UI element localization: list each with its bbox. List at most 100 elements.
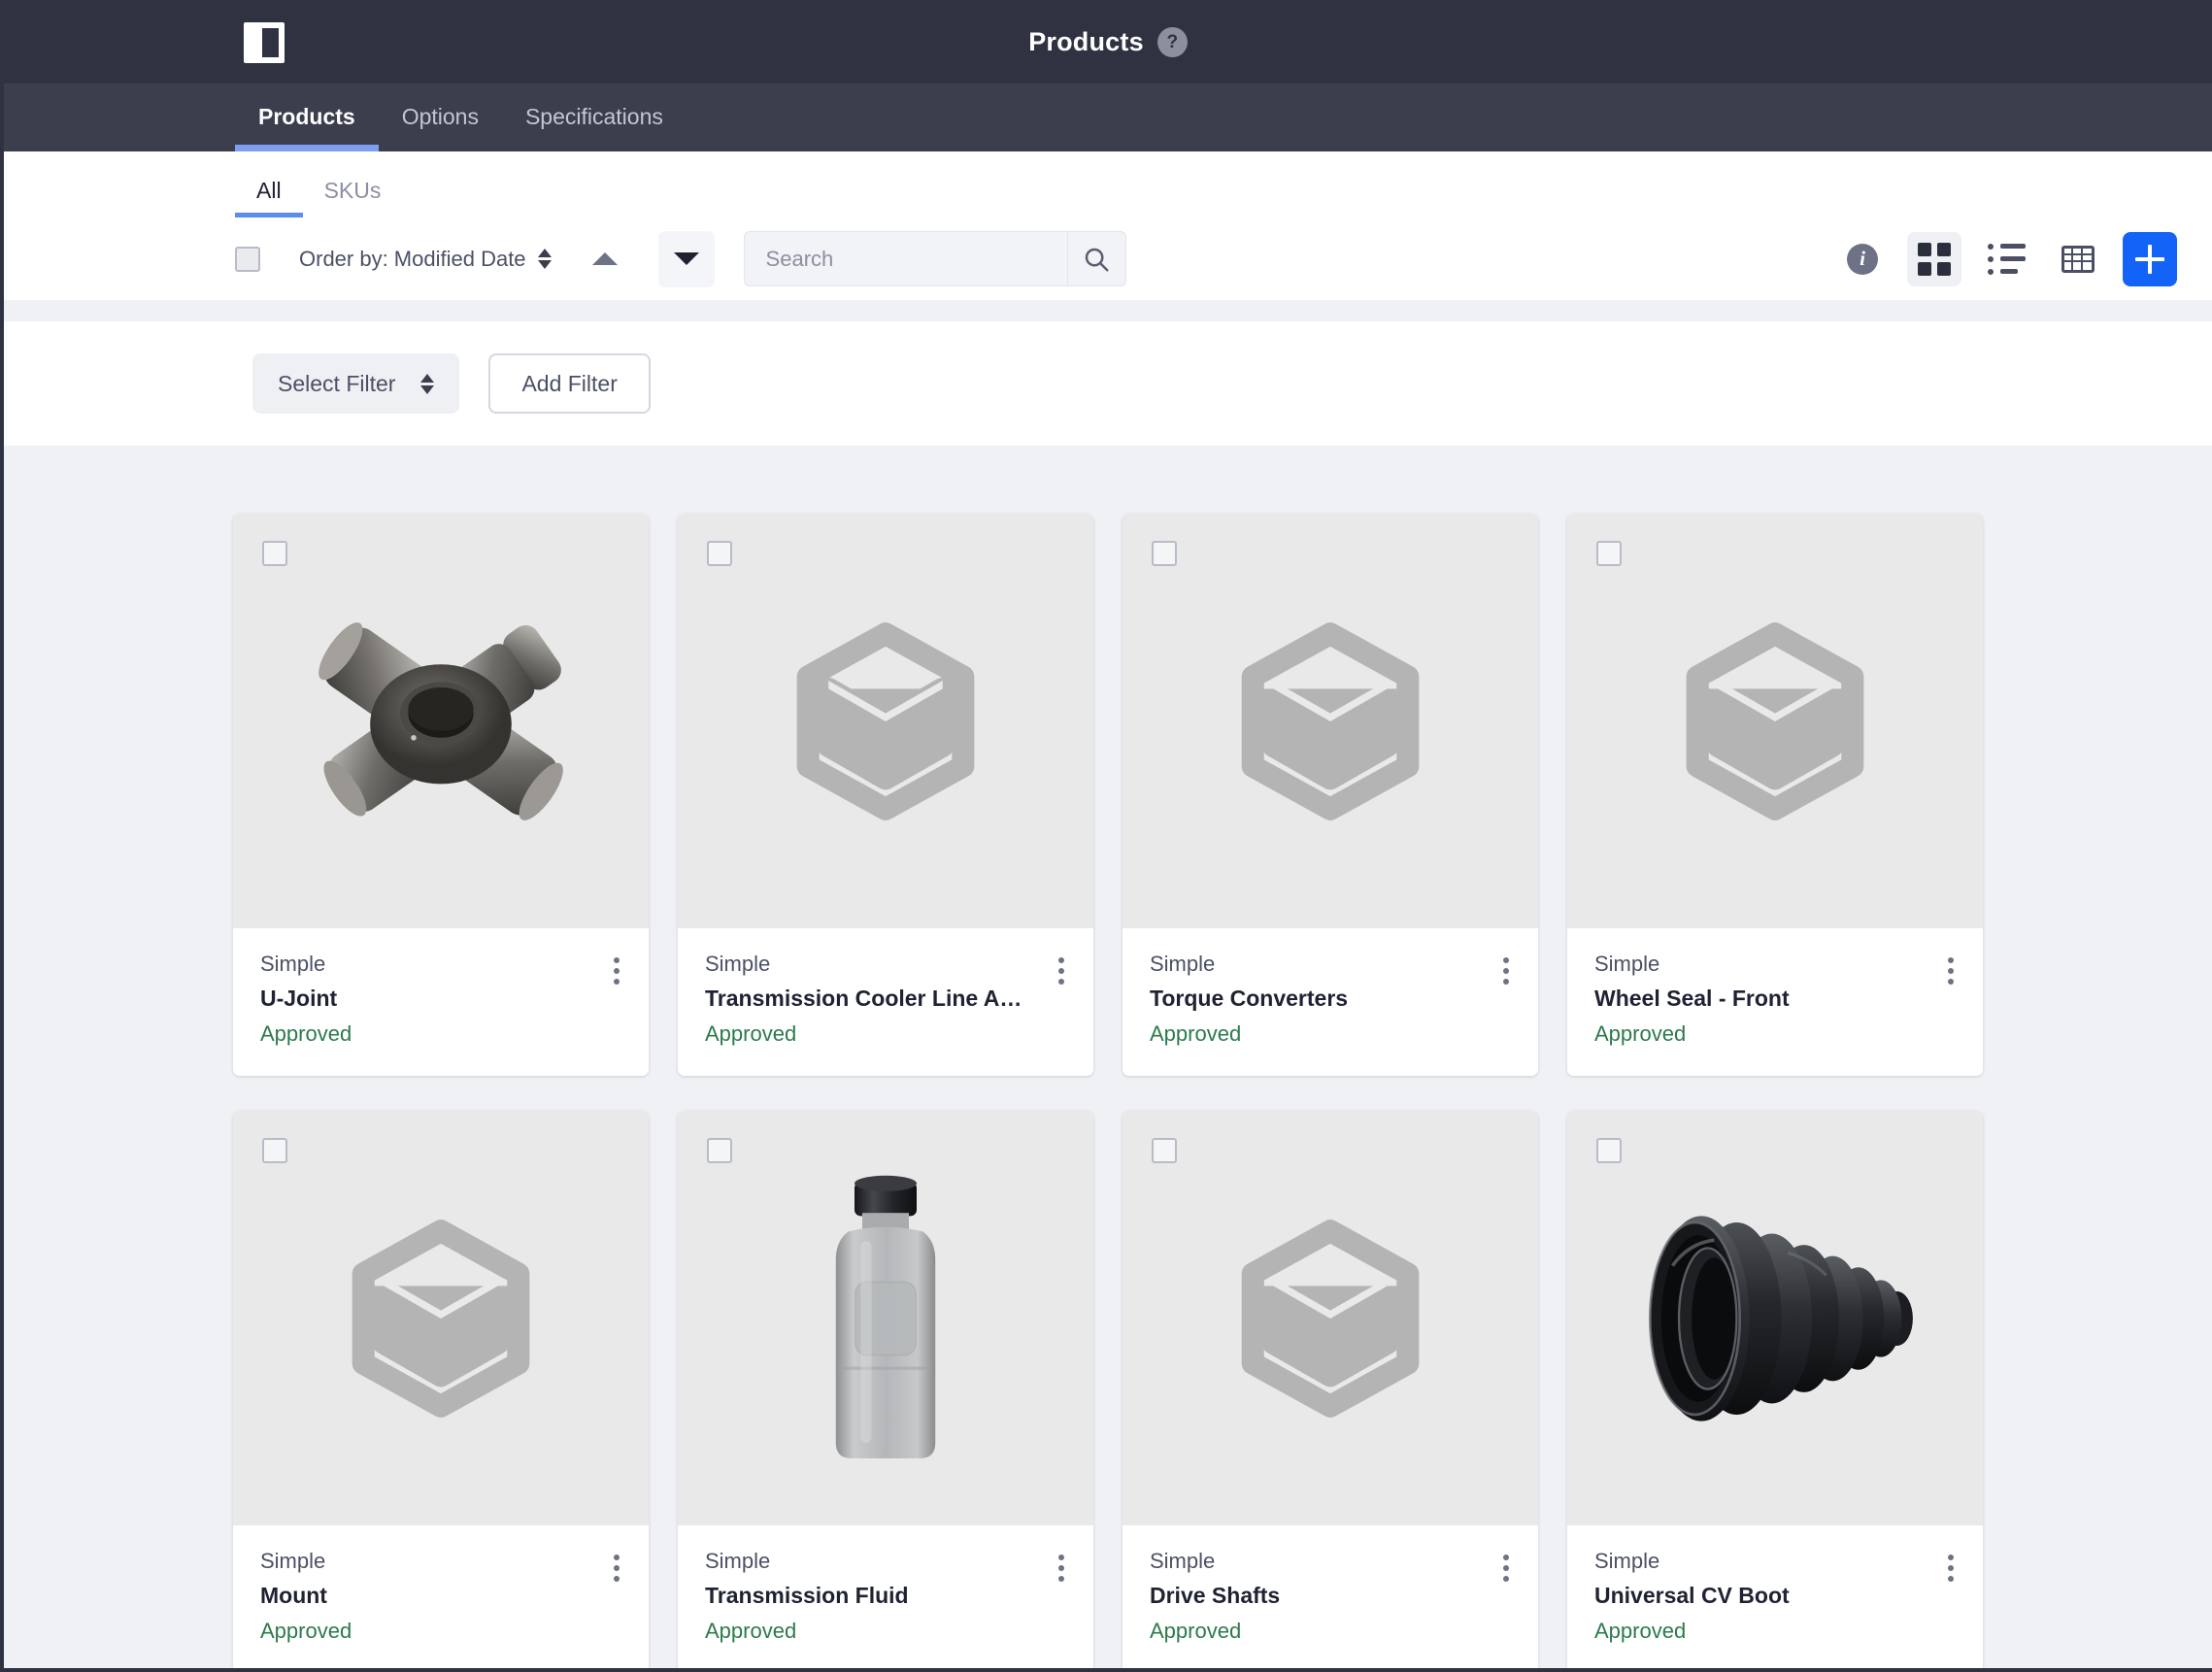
product-more-options-icon[interactable]	[1055, 953, 1068, 988]
product-card[interactable]: Simple Transmission Fluid Approved	[678, 1111, 1093, 1668]
product-image-area	[1123, 1111, 1538, 1525]
product-type: Simple	[1150, 952, 1216, 976]
cv-boot-image	[1648, 1215, 1913, 1421]
product-type: Simple	[705, 952, 771, 976]
product-select-checkbox[interactable]	[262, 541, 287, 566]
product-select-checkbox[interactable]	[262, 1138, 287, 1163]
product-status: Approved	[1594, 1619, 1687, 1643]
product-card[interactable]: Simple Wheel Seal - Front Approved	[1567, 514, 1983, 1076]
product-more-options-icon[interactable]	[610, 953, 623, 988]
product-more-options-icon[interactable]	[610, 1551, 623, 1586]
nav-tab-options[interactable]: Options	[379, 104, 502, 151]
product-name: Drive Shafts	[1150, 1583, 1281, 1608]
product-card[interactable]: Simple Mount Approved	[233, 1111, 649, 1668]
product-card-body: Simple Universal CV Boot Approved	[1567, 1525, 1983, 1668]
product-name: Mount	[260, 1583, 327, 1608]
tab-skus[interactable]: SKUs	[303, 178, 403, 217]
table-view-button[interactable]	[2051, 232, 2105, 286]
toolbar: Order by: Modified Date i	[4, 217, 2212, 300]
product-more-options-icon[interactable]	[1944, 1551, 1958, 1586]
product-image-area	[233, 514, 649, 928]
main-navigation: Products Options Specifications	[4, 84, 2212, 151]
product-type: Simple	[705, 1549, 771, 1573]
nav-tab-specifications[interactable]: Specifications	[502, 104, 687, 151]
add-filter-button[interactable]: Add Filter	[488, 353, 651, 414]
product-select-checkbox[interactable]	[1152, 1138, 1177, 1163]
sort-descending-button[interactable]	[657, 230, 715, 287]
search-input[interactable]	[744, 232, 1067, 285]
product-image-area	[1123, 514, 1538, 928]
toolbar-divider	[4, 300, 2212, 321]
help-icon[interactable]: ?	[1156, 26, 1188, 57]
product-type: Simple	[1594, 952, 1660, 976]
list-view-button[interactable]	[1979, 232, 2033, 286]
triangle-down-icon	[673, 252, 699, 265]
top-bar: Products ?	[4, 0, 2212, 84]
filter-bar: Select Filter Add Filter	[4, 321, 2212, 446]
placeholder-cube-icon	[796, 621, 975, 820]
select-filter-dropdown[interactable]: Select Filter	[252, 353, 460, 414]
sort-ascending-button[interactable]	[577, 231, 633, 287]
product-name: Universal CV Boot	[1594, 1583, 1790, 1608]
product-select-checkbox[interactable]	[1596, 1138, 1622, 1163]
select-filter-label: Select Filter	[278, 370, 396, 396]
product-card-body: Simple Drive Shafts Approved	[1123, 1525, 1538, 1668]
product-select-checkbox[interactable]	[1152, 541, 1177, 566]
product-more-options-icon[interactable]	[1944, 953, 1958, 988]
product-select-checkbox[interactable]	[1596, 541, 1622, 566]
top-bar-title-group: Products ?	[4, 0, 2212, 84]
search-button[interactable]	[1066, 232, 1125, 285]
product-card-body: Simple Torque Converters Approved	[1123, 928, 1538, 1076]
search-icon	[1085, 248, 1109, 271]
product-card-body: Simple Transmission Fluid Approved	[678, 1525, 1093, 1668]
product-card[interactable]: Simple U-Joint Approved	[233, 514, 649, 1076]
page-title: Products	[1028, 26, 1144, 56]
product-select-checkbox[interactable]	[707, 1138, 732, 1163]
order-by-selector[interactable]: Order by: Modified Date	[299, 247, 552, 272]
transmission-fluid-bottle-image	[835, 1175, 936, 1458]
product-more-options-icon[interactable]	[1499, 1551, 1513, 1586]
toolbar-actions: i	[1835, 231, 2177, 286]
plus-icon	[2135, 244, 2164, 274]
tab-all[interactable]: All	[235, 178, 303, 217]
product-type: Simple	[1150, 1549, 1216, 1573]
product-name: U-Joint	[260, 986, 338, 1011]
grid-view-icon	[1918, 242, 1951, 276]
product-status: Approved	[260, 1021, 352, 1046]
product-type: Simple	[1594, 1549, 1660, 1573]
product-grid-container: Simple U-Joint Approved Simple Transmiss…	[4, 446, 2212, 1668]
add-product-button[interactable]	[2123, 231, 2177, 286]
product-card[interactable]: Simple Drive Shafts Approved	[1123, 1111, 1538, 1668]
info-icon: i	[1847, 243, 1878, 275]
order-by-label: Order by: Modified Date	[299, 246, 526, 271]
placeholder-cube-icon	[1241, 621, 1420, 820]
product-more-options-icon[interactable]	[1055, 1551, 1068, 1586]
product-image-area	[678, 1111, 1093, 1525]
product-card[interactable]: Simple Torque Converters Approved	[1123, 514, 1538, 1076]
nav-tab-products[interactable]: Products	[235, 104, 379, 151]
product-name: Torque Converters	[1150, 986, 1349, 1011]
product-name: Transmission Cooler Line Assem...	[705, 986, 1066, 1011]
product-status: Approved	[260, 1619, 352, 1643]
select-all-checkbox[interactable]	[235, 246, 260, 272]
product-card-body: Simple Mount Approved	[233, 1525, 649, 1668]
product-image-area	[1567, 514, 1983, 928]
product-more-options-icon[interactable]	[1499, 953, 1513, 988]
placeholder-cube-icon	[1686, 621, 1864, 820]
product-card[interactable]: Simple Transmission Cooler Line Assem...…	[678, 514, 1093, 1076]
search-box	[743, 231, 1126, 286]
product-status: Approved	[1594, 1021, 1687, 1046]
info-button[interactable]: i	[1835, 232, 1890, 286]
u-joint-image	[318, 621, 563, 820]
product-card[interactable]: Simple Universal CV Boot Approved	[1567, 1111, 1983, 1668]
product-status: Approved	[1150, 1021, 1242, 1046]
product-card-body: Simple Wheel Seal - Front Approved	[1567, 928, 1983, 1076]
product-grid: Simple U-Joint Approved Simple Transmiss…	[233, 514, 1983, 1668]
grid-view-button[interactable]	[1907, 231, 1961, 286]
chevron-updown-icon	[420, 373, 435, 394]
product-image-area	[678, 514, 1093, 928]
placeholder-cube-icon	[1241, 1219, 1420, 1418]
product-name: Wheel Seal - Front	[1594, 986, 1790, 1011]
triangle-up-icon	[591, 252, 618, 265]
product-select-checkbox[interactable]	[707, 541, 732, 566]
